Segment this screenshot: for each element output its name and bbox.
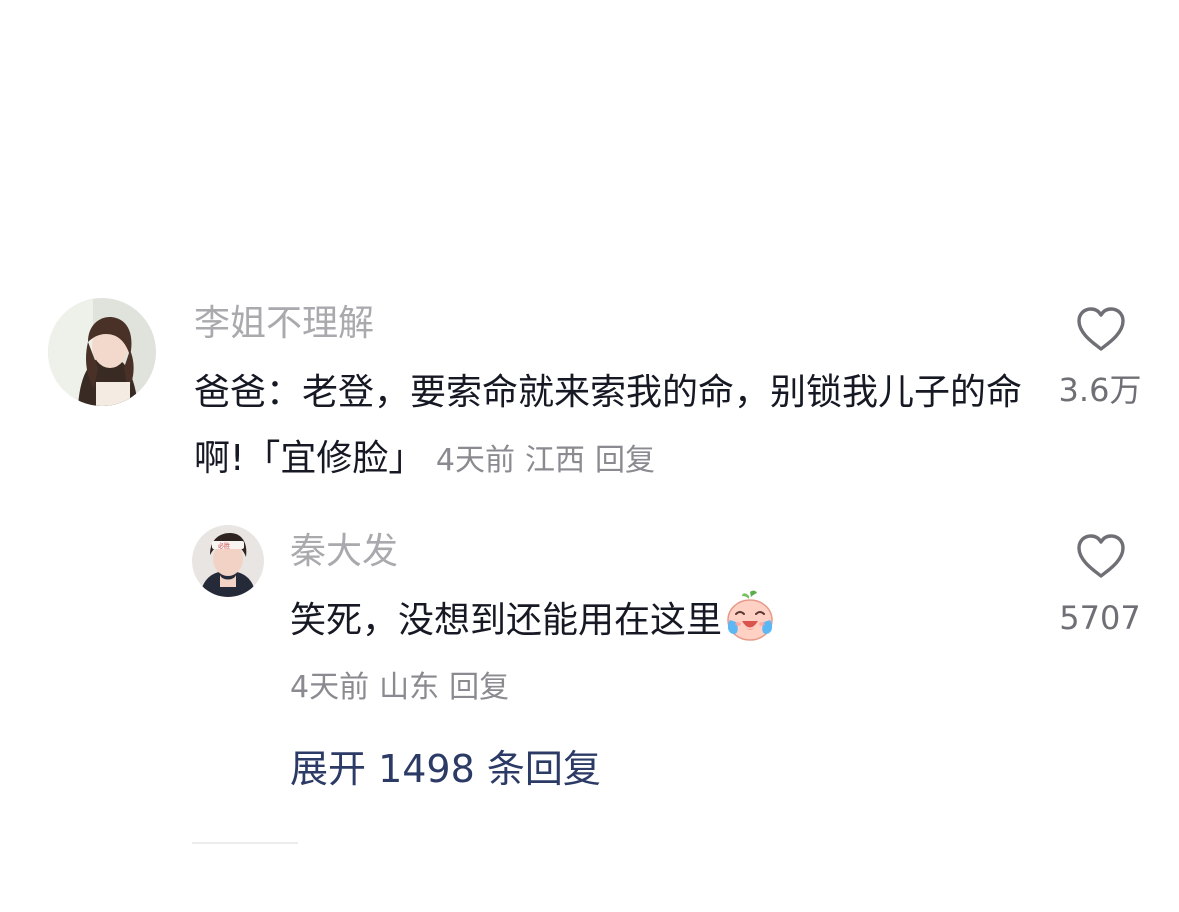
comment-reply-button[interactable]: 回复 [595, 443, 655, 478]
heart-outline-icon[interactable] [1075, 306, 1127, 352]
reply-reply-button[interactable]: 回复 [449, 670, 509, 705]
comment-username[interactable]: 李姐不理解 [194, 302, 374, 346]
comment-text-block: 爸爸：老登，要索命就来索我的命，别锁我儿子的命啊!「宜修脸」 4天前 江西 回复 [194, 360, 1024, 494]
reply-time: 4天前 [290, 670, 370, 705]
comment-like-count: 3.6万 [1058, 371, 1142, 409]
comment-time: 4天前 [435, 443, 515, 478]
reply-like-count: 5707 [1059, 599, 1141, 637]
comment-meta: 4天前 江西 回复 [436, 443, 655, 478]
comment-location: 江西 [524, 443, 585, 478]
user-avatar-icon[interactable] [48, 298, 156, 406]
user-avatar-icon[interactable]: 必胜 [192, 525, 264, 597]
reply-text-block: 笑死，没想到还能用在这里 [290, 588, 990, 654]
expand-replies-button[interactable]: 展开 1498 条回复 [290, 746, 601, 792]
reply-location: 山东 [379, 670, 440, 705]
svg-text:必胜: 必胜 [218, 542, 230, 550]
reply-text: 笑死，没想到还能用在这里 [290, 600, 723, 641]
divider [192, 842, 298, 844]
heart-outline-icon[interactable] [1075, 533, 1127, 579]
reply-meta: 4天前 山东 回复 [290, 668, 509, 708]
reply-username[interactable]: 秦大发 [290, 530, 398, 574]
laughing-crying-emoji-icon [722, 588, 778, 644]
